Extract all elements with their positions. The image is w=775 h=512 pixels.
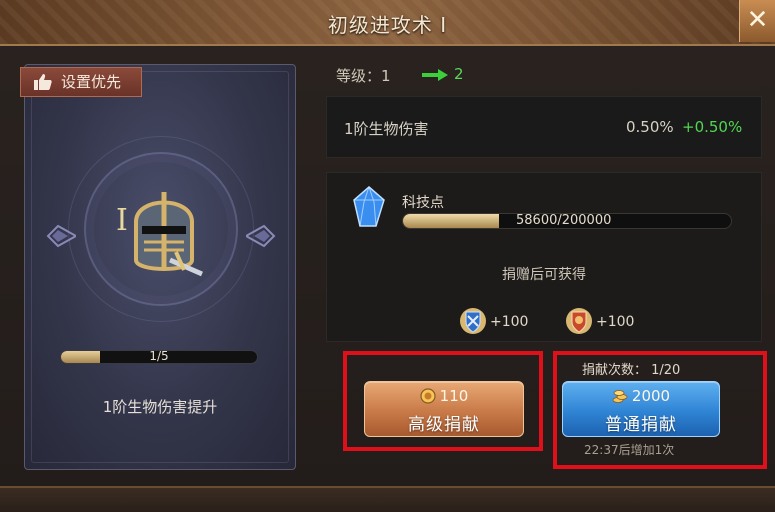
right-ornament-icon: [246, 224, 276, 248]
close-button[interactable]: ✕: [739, 0, 775, 42]
stat-current-value: 0.50%: [626, 118, 674, 136]
svg-text:I: I: [116, 203, 128, 238]
tech-points-label: 科技点: [402, 195, 444, 211]
set-priority-button[interactable]: 设置优先: [20, 67, 142, 97]
dialog-header: 初级进攻术 Ⅰ ✕: [0, 0, 775, 46]
reward-label: 捐赠后可获得: [502, 267, 586, 283]
blue-crest-icon: [460, 308, 486, 334]
effect-description: 1阶生物伤害提升: [102, 398, 218, 416]
set-priority-label: 设置优先: [61, 73, 122, 91]
knight-helmet-icon: I: [116, 192, 204, 277]
stat-increase-value: +0.50%: [682, 118, 743, 136]
dialog-title: 初级进攻术 Ⅰ: [327, 13, 448, 37]
tech-points-text: 58600/200000: [516, 213, 612, 228]
advanced-donate-button[interactable]: 110 高级捐献: [364, 381, 524, 437]
thumbs-up-icon: [34, 74, 52, 90]
advanced-donate-label: 高级捐献: [408, 415, 480, 435]
tech-points-fill: [403, 214, 500, 228]
normal-cost-value: 2000: [631, 387, 671, 405]
coin-stack-icon: [612, 390, 628, 403]
next-level-value: 2: [454, 65, 464, 83]
normal-cost: 2000: [563, 387, 719, 405]
current-level-label: 等级：1: [336, 67, 391, 85]
gold-coin-icon: [420, 388, 436, 404]
reward-amount: +100: [490, 314, 529, 330]
reward-amount: +100: [596, 314, 635, 330]
stat-name: 1阶生物伤害: [344, 120, 429, 138]
footer-strip: [0, 486, 775, 512]
left-ornament-icon: [46, 224, 76, 248]
red-crest-icon: [566, 308, 592, 334]
blue-gem-icon: [353, 186, 385, 227]
advanced-cost: 110: [365, 387, 523, 405]
refresh-timer-text: 22:37后增加1次: [584, 443, 675, 457]
advanced-cost-value: 110: [439, 387, 469, 405]
close-icon: ✕: [746, 5, 769, 35]
level-progress-text: 1/5: [149, 349, 169, 363]
normal-donate-button[interactable]: 2000 普通捐献: [562, 381, 720, 437]
arrow-right-icon: [422, 69, 448, 81]
donate-count: 捐献次数： 1/20: [582, 363, 681, 378]
tech-points-box: [326, 172, 762, 342]
normal-donate-label: 普通捐献: [605, 415, 677, 435]
